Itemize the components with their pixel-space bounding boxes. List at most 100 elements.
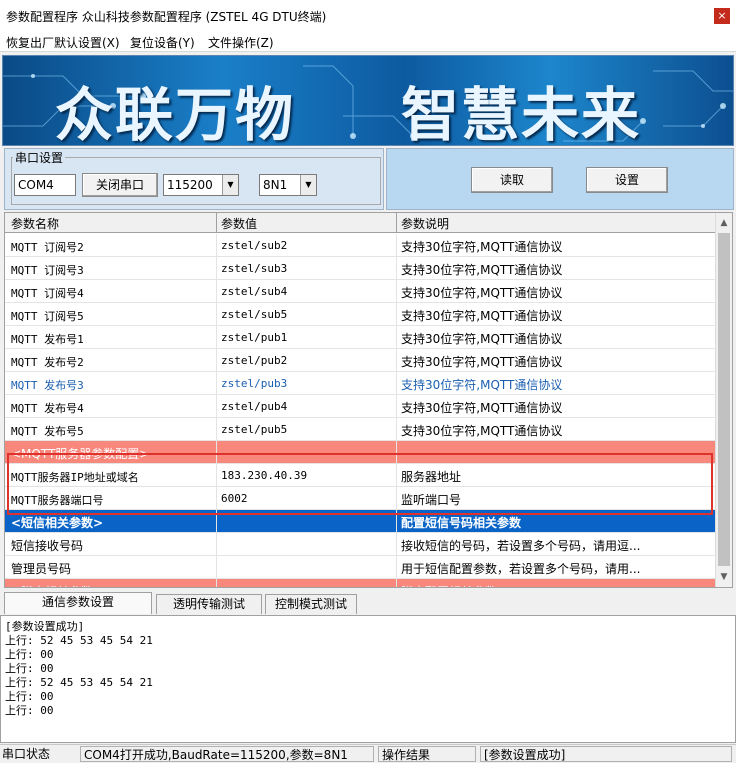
param-desc-cell: 支持30位字符,MQTT通信协议 bbox=[401, 240, 563, 254]
com-port-field[interactable]: COM4 bbox=[14, 174, 76, 196]
chevron-down-icon[interactable]: ▼ bbox=[300, 175, 316, 195]
cell-divider bbox=[216, 395, 217, 418]
table-row[interactable]: MQTT 订阅号5 zstel/sub5 支持30位字符,MQTT通信协议 bbox=[5, 303, 716, 326]
set-button[interactable]: 设置 bbox=[586, 167, 668, 193]
cell-divider bbox=[216, 326, 217, 349]
param-name-cell: MQTT 发布号3 bbox=[11, 379, 84, 392]
param-desc-cell: 配置短信号码相关参数 bbox=[401, 516, 522, 530]
data-format-value: 8N1 bbox=[263, 178, 288, 192]
param-desc-cell: 监听端口号 bbox=[401, 493, 462, 507]
result-label: 操作结果 bbox=[378, 746, 476, 762]
baud-rate-select[interactable]: 115200 ▼ bbox=[163, 174, 239, 196]
param-name-cell: MQTT 订阅号2 bbox=[11, 241, 84, 254]
cell-divider bbox=[216, 579, 217, 587]
column-header-desc[interactable]: 参数说明 bbox=[401, 215, 449, 233]
cell-divider bbox=[216, 303, 217, 326]
table-row[interactable]: 短信接收号码 接收短信的号码，若设置多个号码，请用逗... bbox=[5, 533, 716, 556]
param-name-cell: MQTT服务器端口号 bbox=[11, 494, 104, 507]
log-line: [参数设置成功] bbox=[5, 620, 85, 633]
cell-divider bbox=[396, 510, 397, 533]
param-value-cell: 183.230.40.39 bbox=[221, 469, 308, 482]
tab-control-mode-test[interactable]: 控制模式测试 bbox=[265, 594, 357, 614]
cell-divider bbox=[216, 556, 217, 579]
param-name-cell: MQTT 发布号4 bbox=[11, 402, 84, 415]
cell-divider bbox=[396, 556, 397, 579]
read-button[interactable]: 读取 bbox=[471, 167, 553, 193]
scroll-down-icon[interactable]: ▼ bbox=[716, 569, 732, 585]
log-line: 上行: 00 bbox=[5, 648, 54, 661]
column-header-name[interactable]: 参数名称 bbox=[11, 215, 59, 233]
param-name-cell: <脚本相关参数> bbox=[11, 583, 215, 587]
log-output[interactable]: [参数设置成功] 上行: 52 45 53 45 54 21 上行: 00 上行… bbox=[0, 615, 736, 743]
table-row[interactable]: MQTT 订阅号3 zstel/sub3 支持30位字符,MQTT通信协议 bbox=[5, 257, 716, 280]
status-bar: 串口状态 COM4打开成功,BaudRate=115200,参数=8N1 操作结… bbox=[0, 744, 736, 763]
menu-factory-reset[interactable]: 恢复出厂默认设置(X) bbox=[6, 34, 120, 51]
menu-file-ops[interactable]: 文件操作(Z) bbox=[208, 34, 274, 51]
param-name-cell: MQTT 发布号2 bbox=[11, 356, 84, 369]
tab-comm-params[interactable]: 通信参数设置 bbox=[4, 592, 152, 614]
cell-divider bbox=[396, 372, 397, 395]
cell-divider bbox=[396, 303, 397, 326]
param-value-cell: 6002 bbox=[221, 492, 248, 505]
param-desc-cell: 支持30位字符,MQTT通信协议 bbox=[401, 263, 563, 277]
title-bar: 参数配置程序 众山科技参数配置程序 (ZSTEL 4G DTU终端) × bbox=[0, 0, 736, 30]
cell-divider bbox=[396, 257, 397, 280]
tab-transparent-test[interactable]: 透明传输测试 bbox=[156, 594, 262, 614]
banner-image: 众联万物 智慧未来 bbox=[2, 55, 734, 146]
table-row[interactable]: MQTT 发布号5 zstel/pub5 支持30位字符,MQTT通信协议 bbox=[5, 418, 716, 441]
result-value: [参数设置成功] bbox=[480, 746, 732, 762]
table-row[interactable]: MQTT 发布号2 zstel/pub2 支持30位字符,MQTT通信协议 bbox=[5, 349, 716, 372]
data-format-select[interactable]: 8N1 ▼ bbox=[259, 174, 317, 196]
column-header-value[interactable]: 参数值 bbox=[221, 215, 257, 233]
table-row[interactable]: MQTT服务器IP地址或域名 183.230.40.39 服务器地址 bbox=[5, 464, 716, 487]
action-panel: 读取 设置 bbox=[386, 148, 734, 210]
param-value-cell: zstel/sub4 bbox=[221, 285, 288, 298]
column-divider[interactable] bbox=[216, 213, 217, 233]
table-row[interactable]: MQTT服务器端口号 6002 监听端口号 bbox=[5, 487, 716, 510]
table-row[interactable]: MQTT 发布号3 zstel/pub3 支持30位字符,MQTT通信协议 bbox=[5, 372, 716, 395]
cell-divider bbox=[396, 464, 397, 487]
cell-divider bbox=[396, 441, 397, 464]
table-row[interactable]: <脚本相关参数> 脚本配置相关参数 bbox=[5, 579, 716, 587]
param-desc-cell: 支持30位字符,MQTT通信协议 bbox=[401, 424, 563, 438]
column-divider[interactable] bbox=[396, 213, 397, 233]
table-row[interactable]: <短信相关参数> 配置短信号码相关参数 bbox=[5, 510, 716, 533]
param-desc-cell: 接收短信的号码，若设置多个号码，请用逗... bbox=[401, 539, 641, 553]
param-name-cell: MQTT 订阅号4 bbox=[11, 287, 84, 300]
chevron-down-icon[interactable]: ▼ bbox=[222, 175, 238, 195]
grid-vertical-scrollbar[interactable]: ▲ ▼ bbox=[715, 213, 732, 587]
close-icon[interactable]: × bbox=[714, 8, 730, 24]
banner-slogan-right: 智慧未来 bbox=[401, 81, 642, 146]
param-desc-cell: 脚本配置相关参数 bbox=[401, 583, 701, 587]
param-name-cell: MQTT 订阅号5 bbox=[11, 310, 84, 323]
cell-divider bbox=[396, 487, 397, 510]
table-row[interactable]: MQTT 订阅号2 zstel/sub2 支持30位字符,MQTT通信协议 bbox=[5, 234, 716, 257]
param-desc-cell: 支持30位字符,MQTT通信协议 bbox=[401, 286, 563, 300]
table-row[interactable]: MQTT 发布号1 zstel/pub1 支持30位字符,MQTT通信协议 bbox=[5, 326, 716, 349]
scroll-up-icon[interactable]: ▲ bbox=[716, 215, 732, 231]
cell-divider bbox=[396, 326, 397, 349]
cell-divider bbox=[396, 395, 397, 418]
table-row[interactable]: MQTT 发布号4 zstel/pub4 支持30位字符,MQTT通信协议 bbox=[5, 395, 716, 418]
table-row[interactable]: <MQTT服务器参数配置> bbox=[5, 441, 716, 464]
table-row[interactable]: MQTT 订阅号4 zstel/sub4 支持30位字符,MQTT通信协议 bbox=[5, 280, 716, 303]
param-value-cell: zstel/pub3 bbox=[221, 377, 288, 390]
param-value-cell: zstel/pub4 bbox=[221, 400, 288, 413]
menu-reset-device[interactable]: 复位设备(Y) bbox=[130, 34, 195, 51]
param-desc-cell: 支持30位字符,MQTT通信协议 bbox=[401, 309, 563, 323]
param-name-cell: 管理员号码 bbox=[11, 562, 72, 576]
cell-divider bbox=[216, 533, 217, 556]
cell-divider bbox=[396, 533, 397, 556]
parameter-grid[interactable]: 参数名称 参数值 参数说明 MQTT 订阅号2 zstel/sub2 支持30位字符… bbox=[4, 212, 733, 588]
scrollbar-thumb[interactable] bbox=[718, 233, 730, 566]
serial-settings-legend: 串口设置 bbox=[13, 149, 66, 166]
param-value-cell: zstel/sub5 bbox=[221, 308, 288, 321]
close-port-button[interactable]: 关闭串口 bbox=[82, 173, 158, 197]
cell-divider bbox=[216, 234, 217, 257]
param-name-cell: <短信相关参数> bbox=[11, 516, 104, 530]
log-line: 上行: 52 45 53 45 54 21 bbox=[5, 634, 153, 647]
table-row[interactable]: 管理员号码 用于短信配置参数，若设置多个号码，请用... bbox=[5, 556, 716, 579]
param-name-cell: MQTT 订阅号3 bbox=[11, 264, 84, 277]
cell-divider bbox=[396, 579, 397, 587]
cell-divider bbox=[396, 349, 397, 372]
